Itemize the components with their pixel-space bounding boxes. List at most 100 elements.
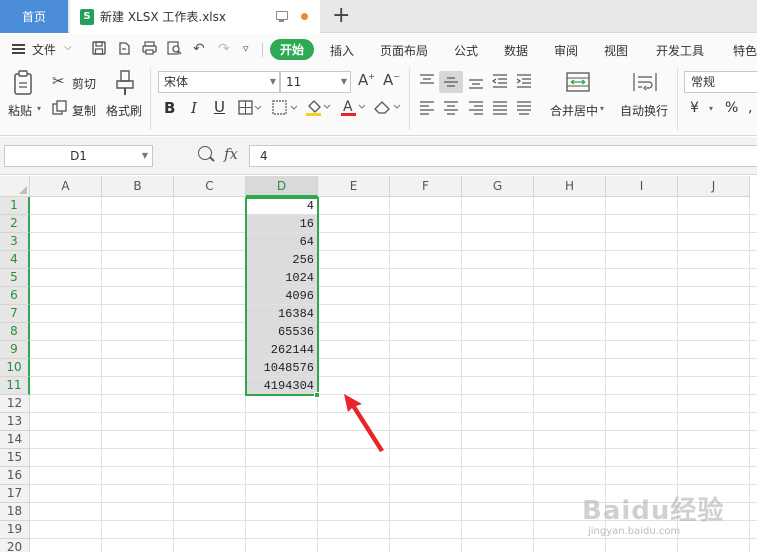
- hamburger-icon[interactable]: [12, 44, 25, 54]
- row-header-11[interactable]: 11: [0, 377, 30, 395]
- row-header-13[interactable]: 13: [0, 413, 30, 431]
- row-header-18[interactable]: 18: [0, 503, 30, 521]
- italic-button[interactable]: I: [191, 99, 197, 117]
- eraser-icon[interactable]: [373, 99, 401, 117]
- cell-style-icon[interactable]: [272, 100, 298, 117]
- merge-center-button[interactable]: 合并居中: [550, 102, 598, 119]
- row-header-2[interactable]: 2: [0, 215, 30, 233]
- tab-developer[interactable]: 开发工具: [656, 42, 704, 59]
- tab-data[interactable]: 数据: [504, 42, 528, 59]
- column-header-f[interactable]: F: [390, 176, 462, 197]
- wrap-text-button[interactable]: 自动换行: [620, 102, 668, 119]
- cell-d10[interactable]: 1048576: [246, 359, 318, 376]
- row-header-7[interactable]: 7: [0, 305, 30, 323]
- zoom-icon[interactable]: [198, 146, 212, 160]
- row-header-3[interactable]: 3: [0, 233, 30, 251]
- fill-handle[interactable]: [314, 392, 320, 398]
- formula-input[interactable]: 4: [249, 145, 757, 167]
- print-preview-icon[interactable]: [167, 41, 182, 59]
- number-format-select[interactable]: 常规: [684, 71, 757, 93]
- merge-center-icon[interactable]: [566, 72, 590, 94]
- tab-view[interactable]: 视图: [604, 42, 628, 59]
- percent-button[interactable]: %: [725, 100, 738, 116]
- copy-icon[interactable]: [52, 100, 67, 117]
- paste-icon[interactable]: [13, 70, 35, 98]
- paste-caret-icon[interactable]: ▾: [37, 104, 41, 113]
- cell-d8[interactable]: 65536: [246, 323, 318, 340]
- align-left-icon[interactable]: [419, 101, 435, 117]
- redo-icon[interactable]: ↷: [218, 41, 230, 57]
- row-header-10[interactable]: 10: [0, 359, 30, 377]
- format-painter-button[interactable]: 格式刷: [106, 102, 142, 119]
- menu-file[interactable]: 文件: [32, 41, 56, 58]
- row-header-12[interactable]: 12: [0, 395, 30, 413]
- fx-icon[interactable]: fx: [224, 145, 238, 163]
- tab-review[interactable]: 审阅: [554, 42, 578, 59]
- column-header-e[interactable]: E: [318, 176, 390, 197]
- justify-icon[interactable]: [492, 101, 508, 117]
- monitor-icon[interactable]: [276, 11, 288, 22]
- name-box[interactable]: D1 ▼: [4, 145, 153, 167]
- row-header-19[interactable]: 19: [0, 521, 30, 539]
- tab-insert[interactable]: 插入: [330, 42, 354, 59]
- tab-home[interactable]: 首页: [0, 0, 68, 33]
- row-header-14[interactable]: 14: [0, 431, 30, 449]
- column-header-a[interactable]: A: [30, 176, 102, 197]
- align-center-icon[interactable]: [443, 101, 459, 117]
- row-header-16[interactable]: 16: [0, 467, 30, 485]
- indent-increase-icon[interactable]: [516, 74, 532, 90]
- copy-button[interactable]: 复制: [72, 102, 96, 119]
- row-header-5[interactable]: 5: [0, 269, 30, 287]
- indent-decrease-icon[interactable]: [491, 74, 508, 90]
- format-painter-icon[interactable]: [115, 70, 135, 98]
- align-bottom-icon[interactable]: [468, 75, 484, 91]
- select-all-corner[interactable]: [0, 176, 30, 197]
- print-icon[interactable]: [142, 41, 157, 59]
- merge-caret-icon[interactable]: ▾: [600, 104, 604, 113]
- column-header-c[interactable]: C: [174, 176, 246, 197]
- column-header-g[interactable]: G: [462, 176, 534, 197]
- bold-button[interactable]: B: [164, 99, 175, 117]
- row-header-4[interactable]: 4: [0, 251, 30, 269]
- row-header-17[interactable]: 17: [0, 485, 30, 503]
- undo-icon[interactable]: ↶: [193, 41, 205, 57]
- chevron-down-icon[interactable]: ⌵: [64, 42, 72, 53]
- cut-button[interactable]: 剪切: [72, 75, 96, 92]
- font-color-icon[interactable]: A: [340, 98, 366, 119]
- row-header-1[interactable]: 1: [0, 197, 30, 215]
- column-header-d[interactable]: D: [246, 176, 318, 197]
- cell-d3[interactable]: 64: [246, 233, 318, 250]
- align-right-icon[interactable]: [468, 101, 484, 117]
- font-size-select[interactable]: 11 ▼: [280, 71, 351, 93]
- cell-d9[interactable]: 262144: [246, 341, 318, 358]
- decrease-font-icon[interactable]: A−: [383, 73, 400, 88]
- fill-color-icon[interactable]: [305, 98, 331, 119]
- currency-caret-icon[interactable]: ▾: [709, 104, 713, 113]
- cell-d11[interactable]: 4194304: [246, 377, 318, 394]
- increase-font-icon[interactable]: A+: [358, 73, 375, 88]
- cell-d1[interactable]: 4: [246, 197, 318, 214]
- column-header-j[interactable]: J: [678, 176, 750, 197]
- row-header-20[interactable]: 20: [0, 539, 30, 552]
- wrap-text-icon[interactable]: [633, 72, 657, 94]
- cell-d5[interactable]: 1024: [246, 269, 318, 286]
- font-name-select[interactable]: 宋体 ▼: [158, 71, 280, 93]
- quick-access-more-icon[interactable]: ▿: [243, 41, 249, 57]
- export-pdf-icon[interactable]: [117, 41, 131, 59]
- underline-button[interactable]: U: [214, 98, 225, 116]
- row-header-6[interactable]: 6: [0, 287, 30, 305]
- column-header-b[interactable]: B: [102, 176, 174, 197]
- cell-d4[interactable]: 256: [246, 251, 318, 268]
- currency-button[interactable]: ¥: [690, 100, 699, 116]
- distributed-align-icon[interactable]: [516, 101, 532, 117]
- save-icon[interactable]: [92, 41, 106, 59]
- thousands-separator-button[interactable]: ,: [748, 100, 752, 116]
- column-header-i[interactable]: I: [606, 176, 678, 197]
- row-header-15[interactable]: 15: [0, 449, 30, 467]
- cell-d2[interactable]: 16: [246, 215, 318, 232]
- align-middle-icon[interactable]: [443, 75, 459, 91]
- cell-d6[interactable]: 4096: [246, 287, 318, 304]
- border-icon[interactable]: [238, 100, 262, 117]
- scissors-icon[interactable]: ✂: [52, 74, 65, 89]
- row-header-8[interactable]: 8: [0, 323, 30, 341]
